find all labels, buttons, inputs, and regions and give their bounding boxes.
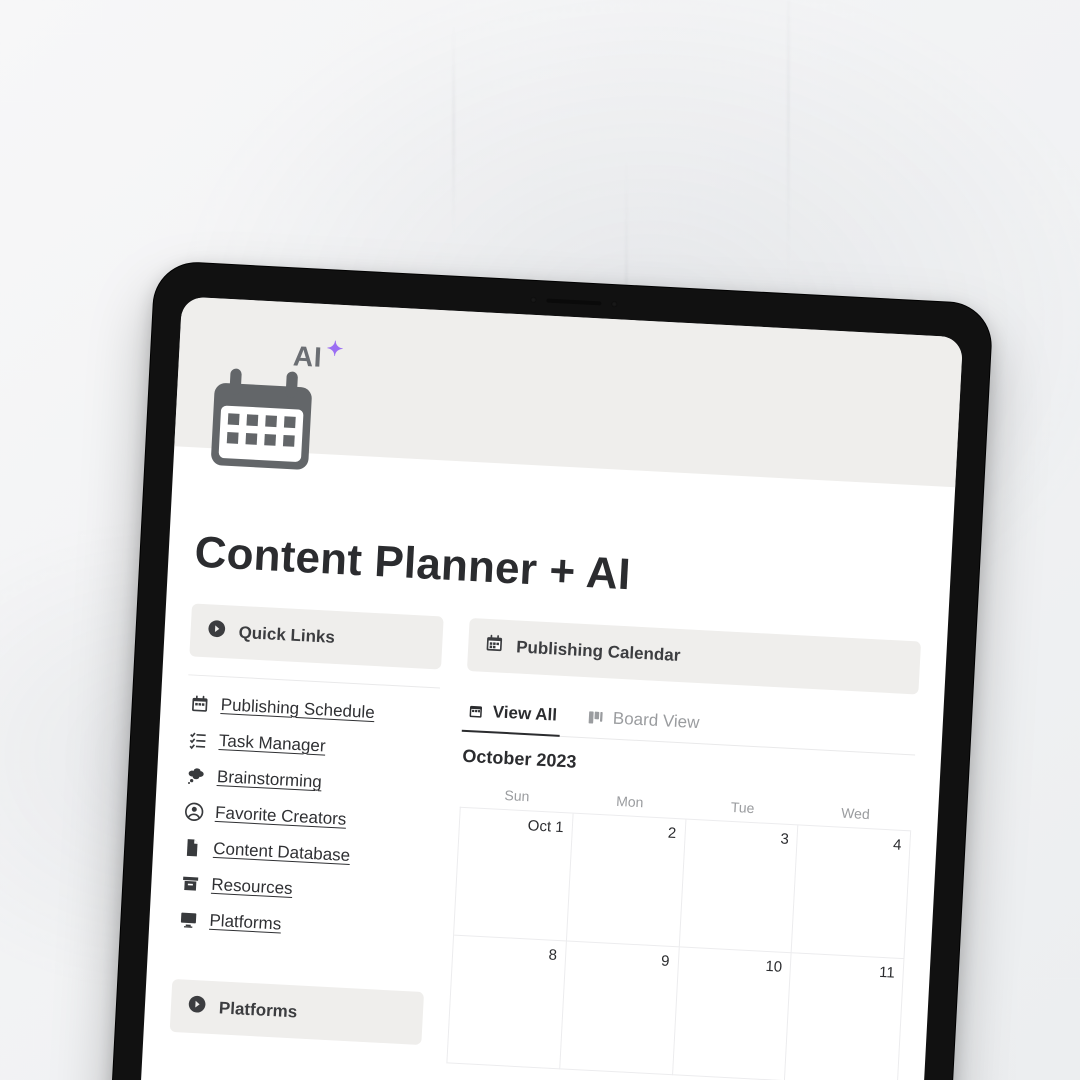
quick-link-label: Favorite Creators — [215, 803, 347, 830]
arrow-right-circle-icon — [206, 618, 227, 644]
calendar-date: 4 — [893, 836, 902, 853]
quick-link-label: Publishing Schedule — [220, 695, 375, 723]
tablet-camera — [528, 295, 618, 310]
quick-link-label: Content Database — [213, 839, 351, 866]
quick-link-label: Task Manager — [218, 731, 326, 757]
quick-link-label: Platforms — [209, 911, 282, 935]
checklist-icon — [186, 729, 209, 750]
calendar-cell[interactable]: 9 — [560, 941, 679, 1075]
document-icon — [181, 837, 204, 858]
tab-label: Board View — [612, 709, 700, 734]
calendar-date: Oct 1 — [527, 817, 564, 836]
quick-links-list: Publishing Schedule Task Manager — [175, 685, 440, 950]
calendar-cell[interactable]: 2 — [567, 814, 686, 948]
sparkle-icon: ✦ — [326, 336, 345, 362]
quick-link-label: Brainstorming — [217, 767, 323, 792]
calendar-cell[interactable]: 11 — [785, 953, 904, 1080]
calendar-grid-icon — [484, 633, 505, 659]
arrow-right-circle-icon — [186, 994, 207, 1020]
dow-tue: Tue — [685, 791, 799, 825]
calendar-grid: Sun Mon Tue Wed Oct 1 2 3 4 8 — [446, 779, 912, 1080]
tab-board-view[interactable]: Board View — [584, 699, 702, 743]
tablet-device-frame: AI ✦ Content Planner + AI Quick Links — [106, 260, 994, 1080]
quick-links-heading: Quick Links — [189, 603, 443, 669]
archive-icon — [179, 873, 202, 894]
calendar-icon — [188, 693, 211, 714]
calendar-tabs: View All Board View — [464, 693, 917, 756]
dow-mon: Mon — [573, 785, 687, 819]
page-cover: AI ✦ — [174, 296, 963, 487]
calendar-date: 2 — [667, 825, 676, 842]
page-icon-calendar: AI ✦ — [199, 356, 325, 482]
user-circle-icon — [183, 801, 206, 822]
calendar-cell[interactable]: 3 — [679, 820, 798, 954]
publishing-calendar-heading: Publishing Calendar — [467, 618, 921, 695]
calendar-small-icon — [466, 702, 485, 721]
calendar-cell[interactable]: Oct 1 — [454, 808, 573, 942]
thought-bubble-icon — [185, 765, 208, 786]
calendar-cell[interactable]: 4 — [792, 825, 911, 959]
tab-view-all[interactable]: View All — [464, 693, 560, 736]
calendar-date: 8 — [548, 947, 557, 964]
calendar-date: 10 — [765, 958, 783, 976]
dow-wed: Wed — [798, 796, 912, 830]
board-icon — [586, 708, 605, 727]
calendar-date: 9 — [661, 952, 670, 969]
page-title: Content Planner + AI — [193, 528, 925, 616]
calendar-cell[interactable]: 8 — [447, 936, 566, 1070]
calendar-date: 3 — [780, 831, 789, 848]
dow-sun: Sun — [460, 779, 574, 813]
calendar-cell[interactable]: 10 — [673, 947, 792, 1080]
calendar-date: 11 — [879, 964, 895, 982]
ai-badge: AI ✦ — [292, 340, 344, 375]
tab-label: View All — [492, 702, 557, 725]
app-screen: AI ✦ Content Planner + AI Quick Links — [136, 296, 963, 1080]
quick-link-label: Resources — [211, 875, 293, 899]
monitor-icon — [177, 909, 200, 930]
